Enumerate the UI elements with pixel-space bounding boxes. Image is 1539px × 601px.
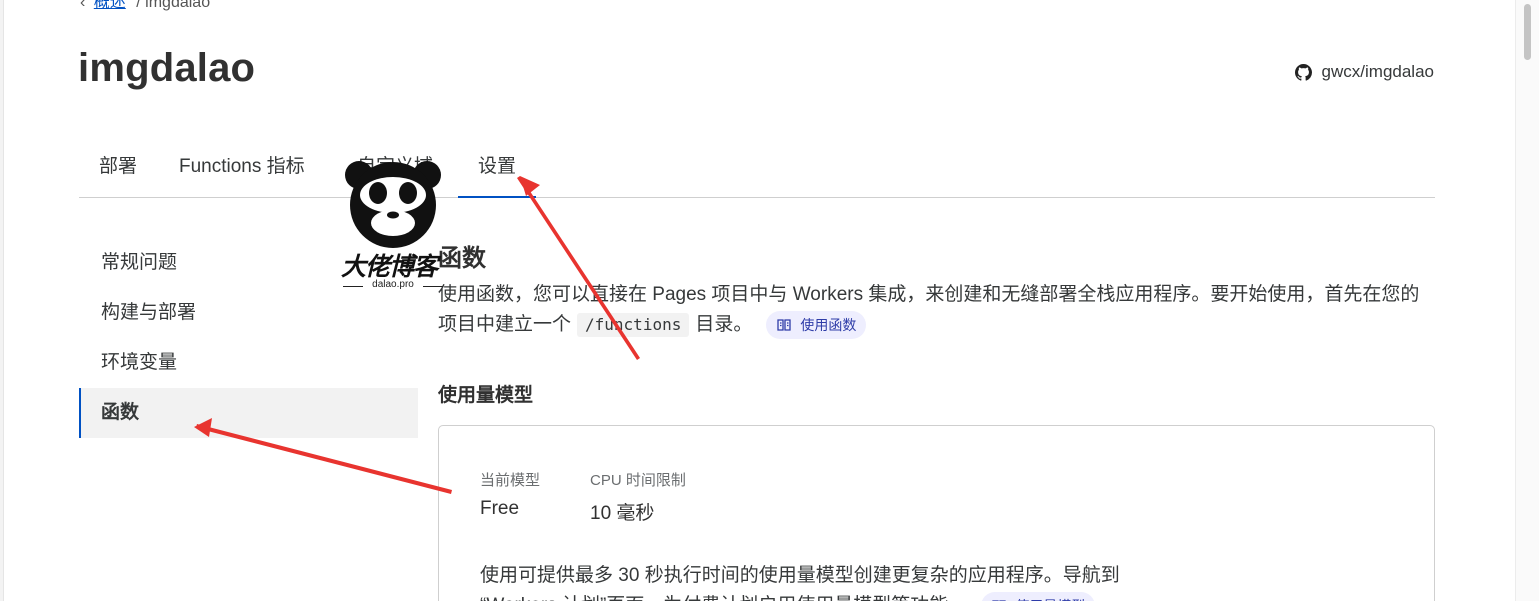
breadcrumb-link-overview[interactable]: 概述 [94,0,126,11]
usage-model-description: 使用可提供最多 30 秒执行时间的使用量模型创建更复杂的应用程序。导航到 “Wo… [480,561,1180,601]
usage-model-docs-label: 使用量模型 [1015,591,1085,601]
tab-functions-metrics[interactable]: Functions 指标 [159,138,325,198]
breadcrumb-current: imgdalao [145,0,211,11]
scrollbar-thumb[interactable] [1524,4,1531,60]
blog-watermark: 大佬博客 dalao.pro [337,155,449,305]
watermark-subtitle: dalao.pro [372,279,414,290]
functions-docs-link[interactable]: 使用函数 [766,310,867,339]
page-title: imgdalao [78,46,256,90]
cpu-limit-value: 10 毫秒 [590,503,655,524]
usage-model-docs-link[interactable]: 使用量模型 [981,591,1096,601]
app-window: ‹ 概述 / imgdalao imgdalao gwcx/imgdalao 部… [0,0,1539,601]
current-model-stat: 当前模型 Free [480,469,540,520]
usage-model-card: 当前模型 Free CPU 时间限制 10 毫秒 使用可提供最多 30 秒执行时… [438,425,1435,601]
left-rail [0,0,4,601]
watermark-rule-right [423,286,443,287]
book-icon [777,319,792,331]
sidebar-item-env-vars[interactable]: 环境变量 [79,338,418,388]
functions-description: 使用函数，您可以直接在 Pages 项目中与 Workers 集成，来创建和无缝… [438,280,1428,340]
repo-name: gwcx/imgdalao [1321,62,1434,81]
back-chevron-icon[interactable]: ‹ [80,0,85,11]
cpu-limit-stat: CPU 时间限制 10 毫秒 [590,469,686,525]
cpu-limit-label: CPU 时间限制 [590,472,686,489]
breadcrumb: ‹ 概述 / imgdalao [80,0,210,12]
functions-description-tail: 目录。 [695,314,753,335]
repo-link[interactable]: gwcx/imgdalao [1294,62,1434,82]
tab-bar: 部署 Functions 指标 自定义域 设置 [79,138,1435,198]
watermark-title: 大佬博客 [341,253,438,281]
current-model-label: 当前模型 [480,472,541,489]
current-model-value: Free [480,498,520,519]
tab-deployments[interactable]: 部署 [79,138,157,198]
sidebar-item-functions[interactable]: 函数 [79,388,418,438]
functions-docs-label: 使用函数 [800,316,857,333]
usage-model-title: 使用量模型 [438,385,534,406]
breadcrumb-separator: / [136,0,141,11]
functions-dir-code: /functions [577,313,690,337]
vertical-scrollbar[interactable] [1515,0,1539,601]
github-icon [1294,63,1312,81]
tab-settings[interactable]: 设置 [458,138,537,198]
panda-logo-icon [345,161,441,248]
